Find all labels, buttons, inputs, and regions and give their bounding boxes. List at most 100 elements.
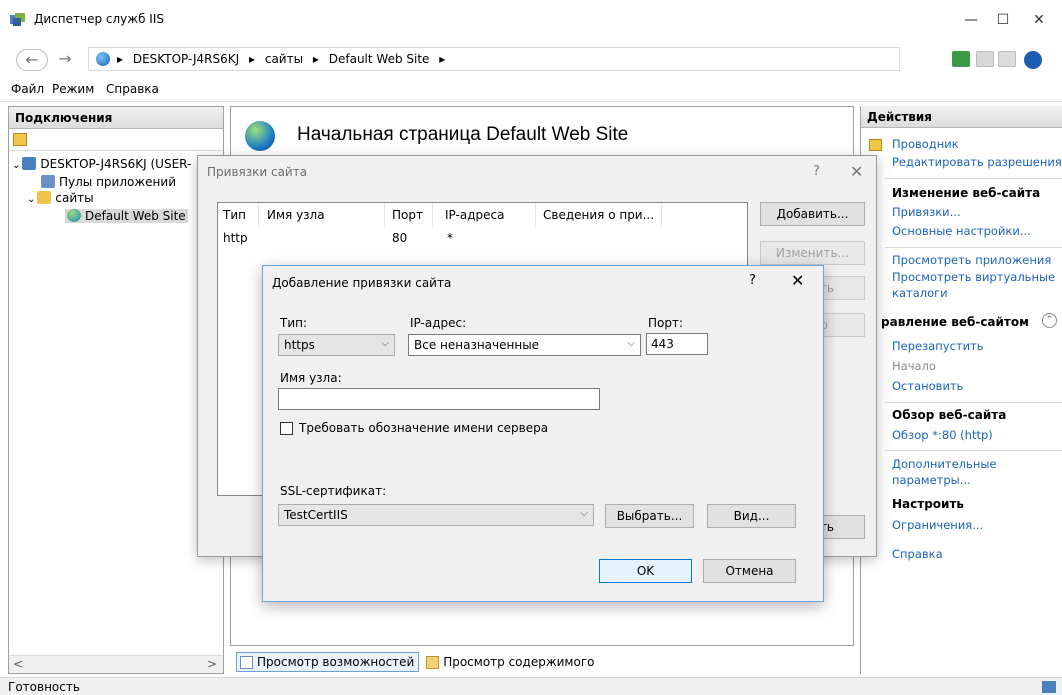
chevron-down-icon: ⌵ <box>381 338 389 349</box>
action-advanced-settings[interactable]: Дополнительные <box>892 457 997 471</box>
breadcrumb-server[interactable]: DESKTOP-J4RS6KJ <box>133 52 239 66</box>
iis-manager-icon <box>10 13 25 26</box>
dialog-title: Привязки сайта <box>207 165 308 179</box>
tab-features-view[interactable]: Просмотр возможностей <box>236 652 420 672</box>
add-binding-button[interactable]: Добавить... <box>760 202 865 226</box>
action-view-virtual-dirs-cont[interactable]: каталоги <box>892 286 948 300</box>
binding-cell-ip[interactable]: * <box>447 231 453 245</box>
column-separator <box>384 203 385 227</box>
action-basic-settings[interactable]: Основные настройки... <box>892 224 1031 238</box>
collapse-icon[interactable]: ⌃ <box>1042 313 1057 328</box>
expand-icon[interactable]: ⌄ <box>12 160 20 171</box>
address-breadcrumb-box[interactable]: ▸ DESKTOP-J4RS6KJ ▸ сайты ▸ Default Web … <box>88 47 900 71</box>
ssl-certificate-value: TestCertIIS <box>284 508 348 522</box>
window-title: Диспетчер служб IIS <box>34 12 164 26</box>
menu-file[interactable]: Файл <box>11 82 44 96</box>
action-restart[interactable]: Перезапустить <box>892 339 984 353</box>
tree-node-app-pools[interactable]: Пулы приложений <box>41 175 176 189</box>
globe-icon <box>67 209 81 222</box>
cancel-button[interactable]: Отмена <box>703 559 796 583</box>
maximize-button[interactable]: ☐ <box>988 8 1018 32</box>
sni-checkbox[interactable] <box>280 422 293 435</box>
port-label: Порт: <box>648 316 684 330</box>
column-header-port[interactable]: Порт <box>392 208 423 222</box>
sni-label[interactable]: Требовать обозначение имени сервера <box>299 421 548 435</box>
column-header-info[interactable]: Сведения о при... <box>543 208 654 222</box>
explore-icon <box>869 139 882 151</box>
port-input[interactable]: 443 <box>646 333 708 355</box>
binding-cell-type[interactable]: http <box>223 231 248 245</box>
actions-panel: Действия Проводник Редактировать разреше… <box>860 106 1062 674</box>
globe-icon <box>96 52 110 66</box>
column-header-type[interactable]: Тип <box>223 208 246 222</box>
ssl-certificate-select[interactable]: TestCertIIS ⌵ <box>278 504 594 526</box>
help-icon[interactable]: ? <box>749 273 756 288</box>
column-separator <box>432 203 433 227</box>
action-limits[interactable]: Ограничения... <box>892 518 983 532</box>
action-advanced-settings-cont[interactable]: параметры... <box>892 473 971 487</box>
tree-node-default-web-site[interactable]: Default Web Site <box>65 209 188 223</box>
horizontal-scrollbar[interactable]: < > <box>9 655 223 673</box>
action-edit-permissions[interactable]: Редактировать разрешения... <box>892 155 1062 169</box>
content-view-icon <box>426 656 440 669</box>
tree-node-server[interactable]: ⌄ DESKTOP-J4RS6KJ (USER- <box>12 157 191 171</box>
column-header-ip[interactable]: IP-адреса <box>445 208 504 222</box>
breadcrumb-site[interactable]: Default Web Site <box>329 52 430 66</box>
close-icon[interactable]: ✕ <box>791 271 804 290</box>
action-browse-80[interactable]: Обзор *:80 (http) <box>892 428 993 442</box>
help-icon[interactable]: ? <box>813 164 820 179</box>
action-bindings[interactable]: Привязки... <box>892 205 961 219</box>
forward-button[interactable]: → <box>52 51 78 69</box>
expand-icon[interactable]: ⌄ <box>27 194 35 205</box>
action-start: Начало <box>892 359 936 373</box>
select-certificate-button[interactable]: Выбрать... <box>605 504 694 528</box>
type-value: https <box>284 338 315 352</box>
action-explore[interactable]: Проводник <box>892 137 959 151</box>
connections-header: Подключения <box>9 107 223 129</box>
separator <box>885 247 1062 248</box>
ok-button[interactable]: OK <box>599 559 692 583</box>
title-bar: Диспетчер служб IIS — ☐ ✕ <box>0 0 1062 42</box>
connect-icon[interactable] <box>952 51 970 67</box>
breadcrumb-separator: ▸ <box>439 52 446 66</box>
home-icon[interactable] <box>998 51 1016 67</box>
action-view-applications[interactable]: Просмотреть приложения <box>892 253 1051 267</box>
chevron-down-icon: ⌵ <box>580 508 588 519</box>
section-configure: Настроить <box>892 497 964 511</box>
action-help[interactable]: Справка <box>892 547 943 561</box>
minimize-button[interactable]: — <box>956 8 986 32</box>
binding-cell-port[interactable]: 80 <box>392 231 407 245</box>
new-connection-icon[interactable] <box>13 133 27 146</box>
host-name-input[interactable] <box>278 388 600 410</box>
breadcrumb-separator: ▸ <box>117 52 124 66</box>
action-view-virtual-dirs[interactable]: Просмотреть виртуальные <box>892 270 1055 284</box>
column-separator <box>535 203 536 227</box>
host-name-label: Имя узла: <box>280 371 342 385</box>
help-icon[interactable] <box>1024 51 1042 69</box>
view-certificate-button[interactable]: Вид... <box>707 504 796 528</box>
stop-icon[interactable] <box>976 51 994 67</box>
type-select[interactable]: https ⌵ <box>278 334 395 356</box>
menu-view[interactable]: Режим <box>52 82 94 96</box>
separator <box>885 450 1062 451</box>
tree-label: Default Web Site <box>85 209 186 223</box>
column-header-host[interactable]: Имя узла <box>267 208 325 222</box>
dialog-title: Добавление привязки сайта <box>272 276 452 290</box>
tab-content-view[interactable]: Просмотр содержимого <box>423 653 598 673</box>
breadcrumb-sites[interactable]: сайты <box>265 52 303 66</box>
separator <box>885 402 1062 403</box>
tree-node-sites[interactable]: ⌄ сайты <box>27 191 94 205</box>
chevron-down-icon: ⌵ <box>627 338 635 349</box>
menu-bar: Файл Режим Справка <box>0 78 1062 102</box>
menu-help[interactable]: Справка <box>106 82 159 96</box>
back-button[interactable]: ← <box>16 49 48 71</box>
scroll-right-icon[interactable]: > <box>207 657 217 671</box>
scroll-left-icon[interactable]: < <box>13 657 23 671</box>
actions-header: Действия <box>861 106 1062 128</box>
close-window-button[interactable]: ✕ <box>1024 8 1054 32</box>
app-pool-icon <box>41 175 55 188</box>
close-icon[interactable]: ✕ <box>850 162 863 181</box>
ip-address-select[interactable]: Все неназначенные ⌵ <box>408 334 641 356</box>
action-stop[interactable]: Остановить <box>892 379 963 393</box>
features-view-icon <box>240 656 253 669</box>
